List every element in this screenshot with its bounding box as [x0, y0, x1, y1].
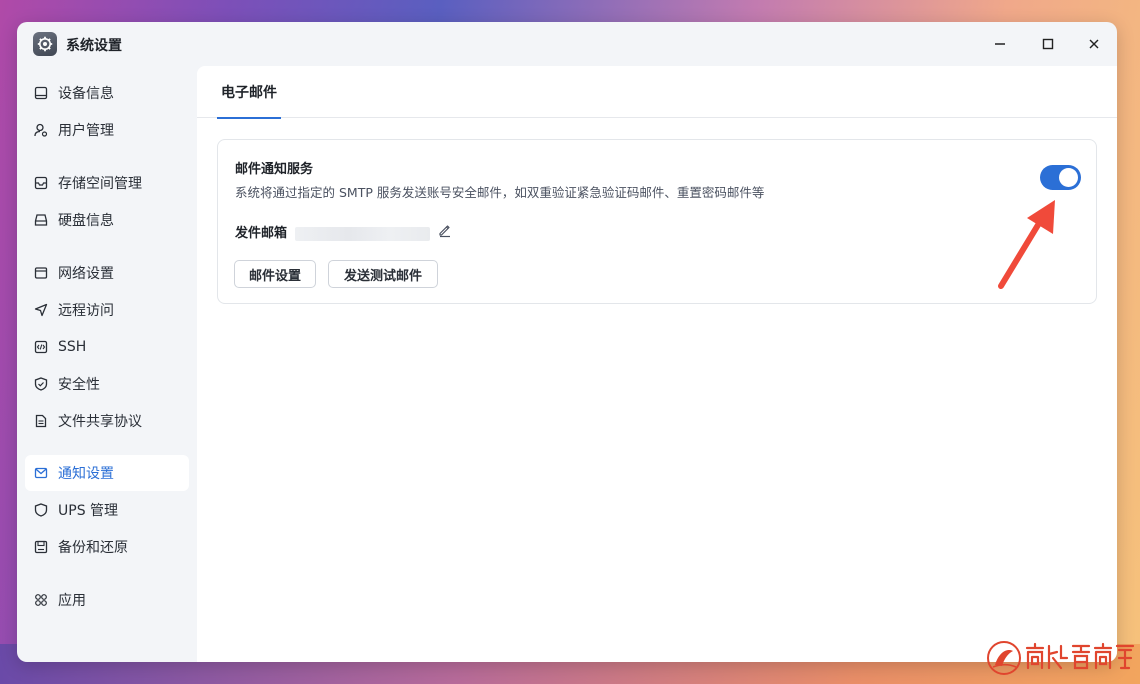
sidebar-item-network[interactable]: 网络设置 [25, 255, 189, 291]
sidebar-item-label: 通知设置 [58, 466, 114, 482]
user-icon [33, 122, 49, 138]
sidebar-item-label: UPS 管理 [58, 503, 119, 519]
maximize-button[interactable] [1037, 33, 1059, 55]
sidebar-item-notifications[interactable]: 通知设置 [25, 455, 189, 491]
network-icon [33, 265, 49, 281]
mail-icon [33, 465, 49, 481]
card-title: 邮件通知服务 [235, 162, 314, 177]
monitor-icon [33, 85, 49, 101]
card-description: 系统将通过指定的 SMTP 服务发送账号安全邮件，如双重验证紧急验证码邮件、重置… [235, 185, 765, 200]
save-icon [33, 539, 49, 555]
email-notification-card: 邮件通知服务 系统将通过指定的 SMTP 服务发送账号安全邮件，如双重验证紧急验… [217, 139, 1097, 304]
watermark-logo-icon [987, 641, 1135, 675]
sidebar-item-device-info[interactable]: 设备信息 [25, 75, 189, 111]
file-icon [33, 413, 49, 429]
email-notification-toggle[interactable] [1040, 165, 1081, 190]
tab-active-indicator [217, 117, 281, 119]
sidebar-item-label: 应用 [58, 593, 86, 609]
sidebar-item-label: 用户管理 [58, 123, 114, 139]
sidebar-item-ups[interactable]: UPS 管理 [25, 492, 189, 528]
email-settings-button[interactable]: 邮件设置 [234, 260, 316, 288]
sidebar-item-label: 安全性 [58, 377, 100, 393]
sidebar-item-label: 硬盘信息 [58, 213, 114, 229]
sidebar-item-backup-restore[interactable]: 备份和还原 [25, 529, 189, 565]
sidebar-item-disk-info[interactable]: 硬盘信息 [25, 202, 189, 238]
sidebar-item-label: 网络设置 [58, 266, 114, 282]
send-test-email-button[interactable]: 发送测试邮件 [328, 260, 438, 288]
sidebar-item-user-management[interactable]: 用户管理 [25, 112, 189, 148]
sidebar-item-label: 文件共享协议 [58, 414, 142, 430]
shield-check-icon [33, 376, 49, 392]
sidebar-item-label: 备份和还原 [58, 540, 128, 556]
sidebar-item-remote-access[interactable]: 远程访问 [25, 292, 189, 328]
tab-bar: 电子邮件 [197, 66, 1117, 119]
shield-icon [33, 502, 49, 518]
main-content: 电子邮件 邮件通知服务 系统将通过指定的 SMTP 服务发送账号安全邮件，如双重… [197, 66, 1117, 662]
storage-icon [33, 175, 49, 191]
window-title: 系统设置 [66, 38, 122, 54]
sidebar-item-label: 存储空间管理 [58, 176, 142, 192]
close-icon [1089, 39, 1099, 49]
settings-gear-icon [33, 32, 57, 56]
sidebar-item-security[interactable]: 安全性 [25, 366, 189, 402]
disk-icon [33, 212, 49, 228]
minimize-icon [995, 43, 1005, 45]
sidebar-item-apps[interactable]: 应用 [25, 582, 189, 618]
title-bar: 系统设置 [17, 22, 1117, 66]
annotation-arrow-icon [998, 200, 1055, 289]
sender-email-label: 发件邮箱 [235, 226, 288, 241]
sidebar-item-ssh[interactable]: SSH [25, 329, 189, 365]
close-button[interactable] [1083, 33, 1105, 55]
code-icon [33, 339, 49, 355]
send-icon [33, 302, 49, 318]
settings-window: 系统设置 设备信息 用户管理 存储空间管理 硬盘信息 网络设置 远程访问 SSH… [17, 22, 1117, 662]
edit-icon[interactable] [437, 222, 453, 238]
sidebar-item-label: 远程访问 [58, 303, 114, 319]
sidebar: 设备信息 用户管理 存储空间管理 硬盘信息 网络设置 远程访问 SSH 安全性 … [17, 66, 197, 662]
apps-icon [33, 592, 49, 608]
toggle-knob [1059, 168, 1078, 187]
maximize-icon [1042, 38, 1054, 50]
sidebar-item-label: 设备信息 [58, 86, 114, 102]
sender-email-value-redacted [295, 227, 430, 241]
tab-label: 电子邮件 [221, 85, 277, 101]
sidebar-item-storage[interactable]: 存储空间管理 [25, 165, 189, 201]
sidebar-item-file-sharing[interactable]: 文件共享协议 [25, 403, 189, 439]
minimize-button[interactable] [989, 33, 1011, 55]
tab-email[interactable]: 电子邮件 [217, 66, 281, 119]
sidebar-item-label: SSH [58, 339, 87, 355]
